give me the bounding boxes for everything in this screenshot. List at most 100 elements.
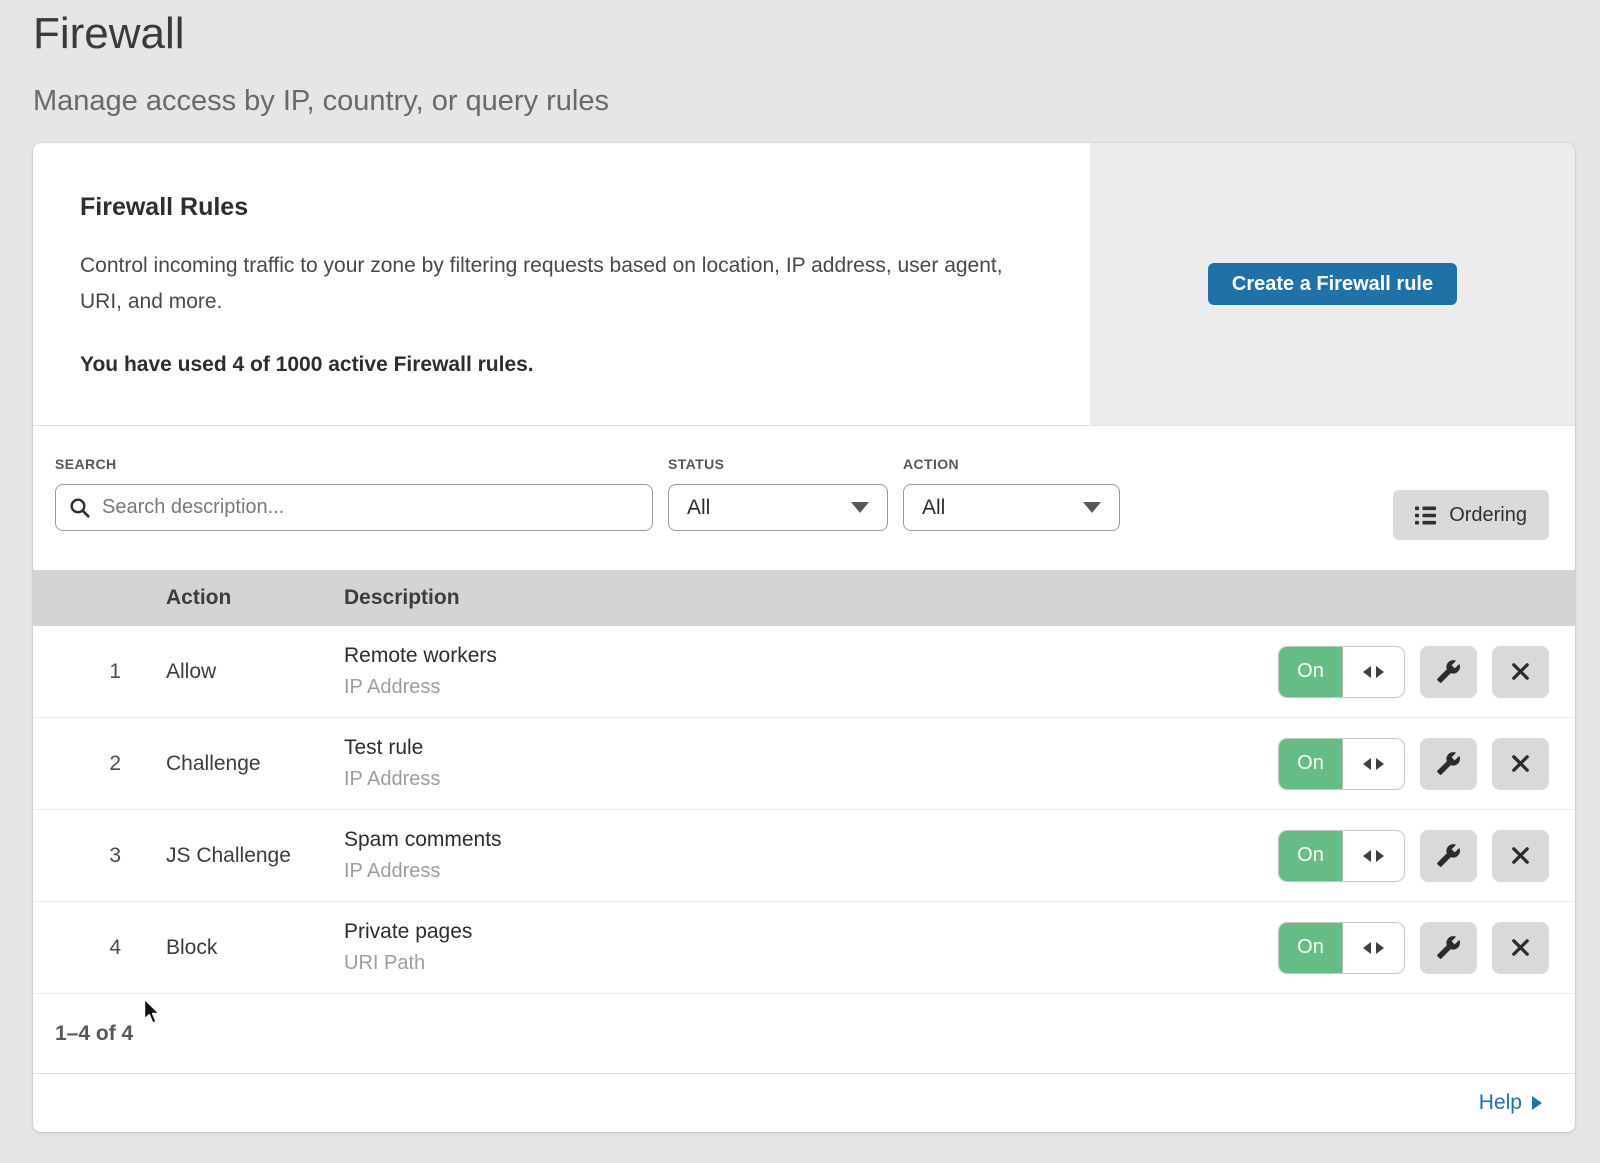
edit-rule-button[interactable] [1420,830,1477,882]
wrench-icon [1436,843,1461,868]
firewall-rules-card: Firewall Rules Control incoming traffic … [33,143,1575,1132]
table-header: Action Description [33,570,1575,626]
status-label: STATUS [668,456,888,472]
rule-description-cell: Test rule IP Address [344,736,1278,791]
rule-enabled-toggle[interactable]: On [1278,738,1405,790]
action-select[interactable]: All [903,484,1120,531]
delete-rule-button[interactable] [1492,738,1549,790]
rule-description: Private pages [344,920,1278,944]
rule-description: Spam comments [344,828,1278,852]
wrench-icon [1436,935,1461,960]
table-row: 3 JS Challenge Spam comments IP Address … [33,810,1575,902]
rule-match-type: IP Address [344,676,1278,699]
rule-action: Challenge [166,752,344,776]
pagination-count: 1–4 of 4 [55,1022,133,1046]
toggle-on-segment[interactable]: On [1279,923,1343,973]
toggle-handle-segment[interactable] [1343,647,1404,697]
delete-rule-button[interactable] [1492,646,1549,698]
column-header-description: Description [344,586,1575,610]
rule-enabled-toggle[interactable]: On [1278,830,1405,882]
search-input[interactable] [55,484,653,531]
rule-controls: On [1278,738,1575,790]
rule-priority: 1 [33,660,166,684]
edit-rule-button[interactable] [1420,646,1477,698]
toggle-handle-segment[interactable] [1343,831,1404,881]
cta-panel: Create a Firewall rule [1090,143,1575,425]
caret-right-icon [1376,758,1384,770]
help-row: Help [33,1074,1575,1132]
card-top-section: Firewall Rules Control incoming traffic … [33,143,1575,425]
usage-note: You have used 4 of 1000 active Firewall … [80,353,1030,377]
rule-enabled-toggle[interactable]: On [1278,922,1405,974]
close-icon [1509,660,1532,683]
help-link-label: Help [1479,1091,1522,1115]
action-filter-group: ACTION All [903,456,1120,531]
rule-action: JS Challenge [166,844,344,868]
page-subtitle: Manage access by IP, country, or query r… [33,84,1600,118]
rule-description-cell: Remote workers IP Address [344,644,1278,699]
search-icon [69,497,91,519]
toggle-handle-segment[interactable] [1343,739,1404,789]
create-firewall-rule-button[interactable]: Create a Firewall rule [1208,263,1457,305]
toggle-handle-segment[interactable] [1343,923,1404,973]
pagination-row: 1–4 of 4 [33,994,1575,1074]
page-header: Firewall Manage access by IP, country, o… [0,0,1600,118]
table-row: 1 Allow Remote workers IP Address On [33,626,1575,718]
delete-rule-button[interactable] [1492,830,1549,882]
close-icon [1509,752,1532,775]
caret-right-icon [1376,942,1384,954]
rule-controls: On [1278,922,1575,974]
rule-match-type: IP Address [344,768,1278,791]
toggle-on-segment[interactable]: On [1279,739,1343,789]
rule-description-cell: Spam comments IP Address [344,828,1278,883]
rule-enabled-toggle[interactable]: On [1278,646,1405,698]
rule-match-type: URI Path [344,952,1278,975]
filters-bar: SEARCH STATUS All ACTION All [33,425,1575,570]
caret-left-icon [1363,850,1371,862]
rule-description: Test rule [344,736,1278,760]
firewall-page: { "page": { "title": "Firewall", "subtit… [0,0,1600,1163]
action-label: ACTION [903,456,1120,472]
status-selected-value: All [687,496,710,520]
table-row: 2 Challenge Test rule IP Address On [33,718,1575,810]
column-header-action: Action [166,586,344,610]
status-filter-group: STATUS All [668,456,888,531]
caret-right-icon [1376,666,1384,678]
caret-left-icon [1363,666,1371,678]
toggle-on-segment[interactable]: On [1279,647,1343,697]
search-label: SEARCH [55,456,653,472]
rule-priority: 4 [33,936,166,960]
rule-description: Remote workers [344,644,1278,668]
caret-right-icon [1376,850,1384,862]
rule-action: Allow [166,660,344,684]
right-triangle-icon [1532,1096,1542,1110]
chevron-down-icon [1083,502,1101,513]
ordered-list-icon [1415,506,1436,525]
rule-action: Block [166,936,344,960]
search-filter-group: SEARCH [55,456,653,531]
wrench-icon [1436,659,1461,684]
rule-priority: 3 [33,844,166,868]
ordering-button[interactable]: Ordering [1393,490,1549,540]
action-selected-value: All [922,496,945,520]
toggle-on-segment[interactable]: On [1279,831,1343,881]
intro-description: Control incoming traffic to your zone by… [80,248,1025,320]
table-row: 4 Block Private pages URI Path On [33,902,1575,994]
close-icon [1509,936,1532,959]
search-input-wrap [55,484,653,531]
rule-match-type: IP Address [344,860,1278,883]
edit-rule-button[interactable] [1420,738,1477,790]
edit-rule-button[interactable] [1420,922,1477,974]
help-link[interactable]: Help [1479,1091,1542,1115]
ordering-button-label: Ordering [1449,504,1527,527]
close-icon [1509,844,1532,867]
delete-rule-button[interactable] [1492,922,1549,974]
rules-table-body: 1 Allow Remote workers IP Address On [33,626,1575,994]
page-title: Firewall [33,8,1600,60]
chevron-down-icon [851,502,869,513]
intro-block: Firewall Rules Control incoming traffic … [33,143,1090,425]
intro-heading: Firewall Rules [80,193,1030,222]
rule-priority: 2 [33,752,166,776]
wrench-icon [1436,751,1461,776]
status-select[interactable]: All [668,484,888,531]
